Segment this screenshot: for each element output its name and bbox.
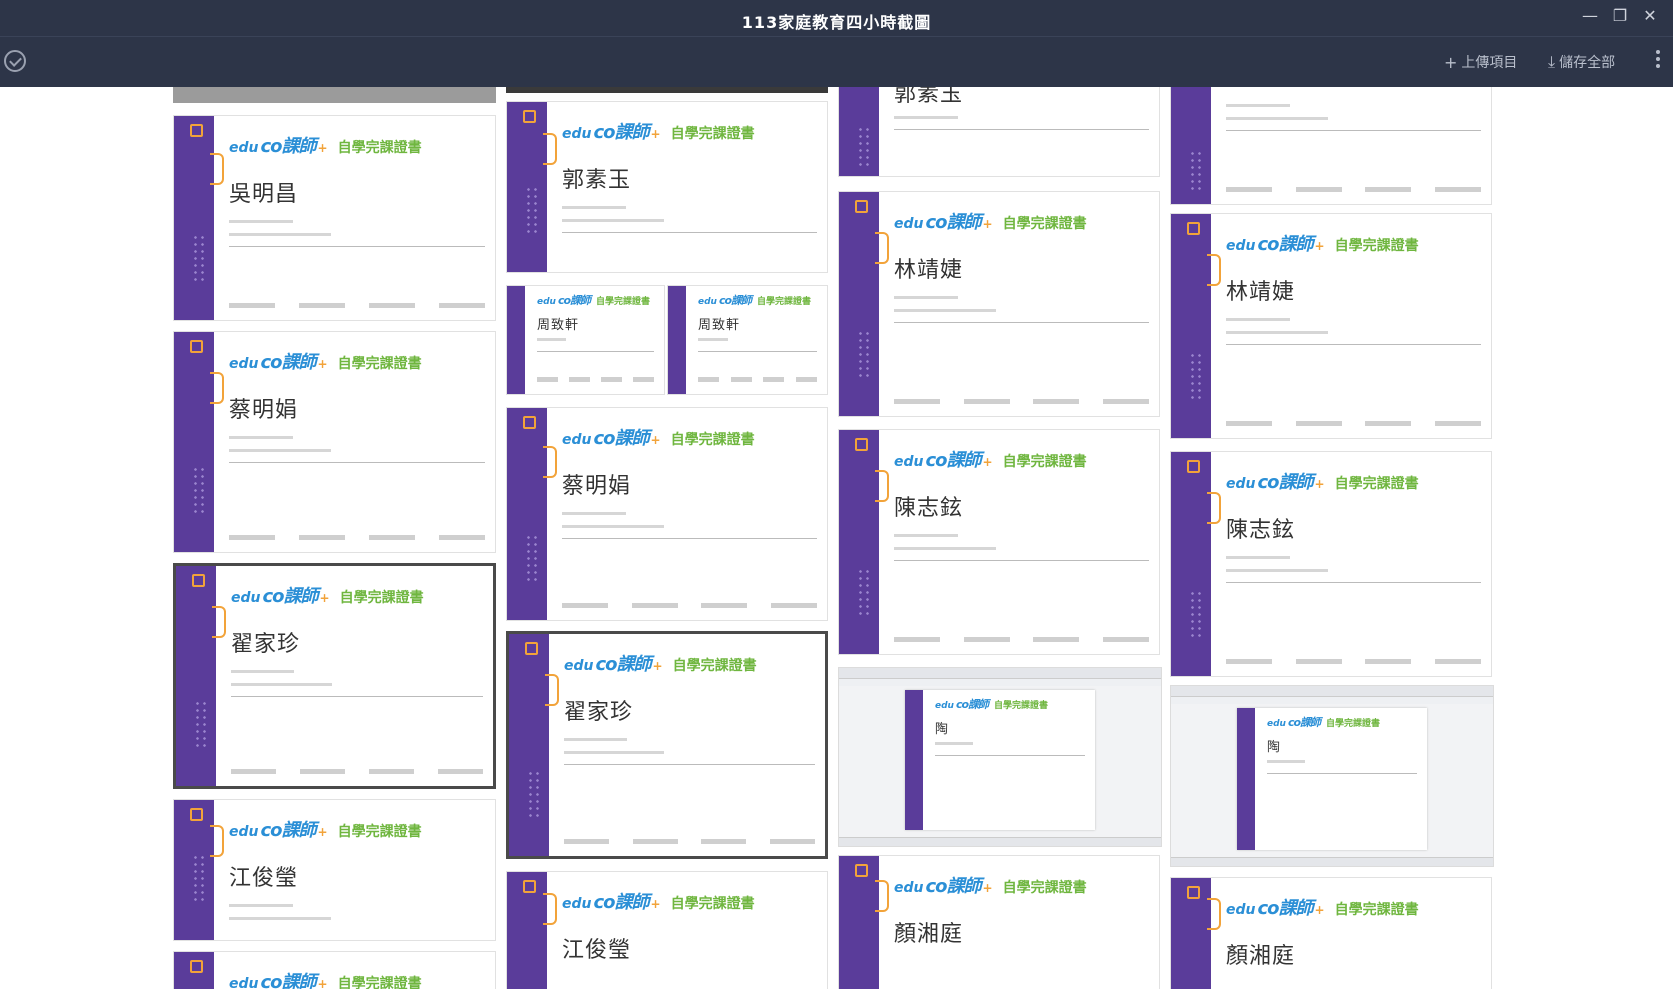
certificate-name: 江俊瑩 bbox=[229, 866, 299, 891]
image-gallery: edu co課師 + 自學完課證書 吳明昌 edu co課師 + 自學完課證書 蔡明娟 ed… bbox=[0, 87, 1673, 989]
certificate-image[interactable]: edu co課師 + 自學完課證書 顏湘庭 bbox=[838, 855, 1160, 989]
certificate-name: 陳志鉉 bbox=[1226, 518, 1296, 543]
title-bar: 113家庭教育四小時截圖 — ❐ ✕ bbox=[0, 0, 1673, 36]
save-all-button[interactable]: ⤓ 儲存全部 bbox=[1548, 52, 1615, 72]
edu-logo: edu co課師 + 自學完課證書 bbox=[1226, 472, 1419, 493]
plus-icon: + bbox=[1444, 52, 1458, 72]
certificate-image[interactable]: edu co課師 自學完課證書 周致軒 bbox=[667, 285, 828, 395]
upload-button[interactable]: + 上傳項目 bbox=[1444, 52, 1517, 72]
certificate-name: 周致軒 bbox=[698, 318, 741, 333]
certificate-image[interactable]: edu co課師 + 自學完課證書 陳志鉉 bbox=[1170, 451, 1492, 677]
certificate-image[interactable]: edu co課師 + 自學完課證書 吳明昌 bbox=[173, 115, 496, 321]
certificate-image[interactable]: edu co課師 + 自學完課證書 江俊瑩 bbox=[173, 799, 496, 941]
edu-logo: edu co課師 + 自學完課證書 bbox=[894, 876, 1087, 897]
certificate-image-selected[interactable]: edu co課師 + 自學完課證書 翟家珍 bbox=[506, 631, 828, 859]
edu-logo: edu co課師 自學完課證書 bbox=[698, 294, 812, 307]
certificate-name: 翟家珍 bbox=[231, 632, 301, 657]
edu-logo: edu co課師 自學完課證書 bbox=[537, 294, 651, 307]
certificate-image[interactable]: edu co課師 + 自學完課證書 蔡明娟 bbox=[506, 407, 828, 621]
edu-logo: edu co課師 + 自學完課證書 bbox=[229, 352, 422, 373]
edu-logo: edu co課師 + 自學完課證書 bbox=[562, 892, 755, 913]
certificate-image[interactable]: edu co課師 + 自學完課證書 林靖婕 bbox=[838, 191, 1160, 417]
browser-screenshot-image[interactable]: edu co課師 自學完課證書 陶 bbox=[838, 667, 1162, 847]
upload-label: 上傳項目 bbox=[1461, 55, 1518, 71]
toolbar: + 上傳項目 ⤓ 儲存全部 bbox=[0, 36, 1673, 87]
browser-screenshot-image[interactable]: edu co課師 自學完課證書 陶 bbox=[1170, 685, 1494, 867]
certificate-name: 蔡明娟 bbox=[229, 398, 299, 423]
certificate-image[interactable]: edu co課師 + 自學完課證書 陳志鉉 bbox=[838, 429, 1160, 655]
certificate-name: 周致軒 bbox=[537, 318, 580, 333]
edu-logo: edu co課師 + 自學完課證書 bbox=[1226, 898, 1419, 919]
certificate-name: 陳志鉉 bbox=[894, 496, 964, 521]
certificate-image-selected[interactable]: edu co課師 + 自學完課證書 翟家珍 bbox=[173, 563, 496, 789]
edu-logo: edu co課師 + 自學完課證書 bbox=[229, 820, 422, 841]
certificate-name: 吳明昌 bbox=[229, 182, 299, 207]
edu-logo: edu co課師 + 自學完課證書 bbox=[562, 428, 755, 449]
window-title: 113家庭教育四小時截圖 bbox=[741, 13, 932, 32]
certificate-image[interactable]: edu co課師 + 自學完課證書 江俊瑩 bbox=[506, 871, 828, 989]
select-all-check-icon[interactable] bbox=[4, 50, 26, 72]
maximize-icon[interactable]: ❐ bbox=[1611, 7, 1629, 25]
window-controls: — ❐ ✕ bbox=[1581, 7, 1659, 25]
certificate-name: 郭素玉 bbox=[894, 87, 964, 107]
certificate-name: 陶 bbox=[1267, 740, 1282, 755]
edu-logo: edu co課師 + 自學完課證書 bbox=[231, 586, 424, 607]
download-icon: ⤓ bbox=[1548, 52, 1556, 71]
certificate-name: 顏湘庭 bbox=[1226, 944, 1296, 969]
certificate-name: 江俊瑩 bbox=[562, 938, 632, 963]
edu-logo: edu co課師 + 自學完課證書 bbox=[229, 972, 422, 989]
edu-logo: edu co課師 + 自學完課證書 bbox=[1226, 234, 1419, 255]
cropped-image-top[interactable] bbox=[173, 87, 496, 103]
edu-logo: edu co課師 + 自學完課證書 bbox=[564, 654, 757, 675]
cropped-image-top[interactable] bbox=[506, 87, 828, 93]
certificate-name: 陶 bbox=[935, 722, 950, 737]
certificate-name: 顏湘庭 bbox=[894, 922, 964, 947]
certificate-name: 林靖婕 bbox=[1226, 280, 1296, 305]
certificate-image[interactable]: edu co課師 + 自學完課證書 蔡明娟 bbox=[173, 331, 496, 553]
certificate-image[interactable] bbox=[1170, 87, 1492, 205]
certificate-name: 翟家珍 bbox=[564, 700, 634, 725]
certificate-image[interactable]: 郭素玉 bbox=[838, 87, 1160, 177]
edu-logo: edu co課師 自學完課證書 bbox=[935, 698, 1049, 711]
certificate-image[interactable]: edu co課師 + 自學完課證書 bbox=[173, 951, 496, 989]
edu-logo: edu co課師 + 自學完課證書 bbox=[894, 212, 1087, 233]
edu-logo: edu co課師 自學完課證書 bbox=[1267, 716, 1381, 729]
certificate-name: 郭素玉 bbox=[562, 168, 632, 193]
certificate-image[interactable]: edu co課師 + 自學完課證書 林靖婕 bbox=[1170, 213, 1492, 439]
save-all-label: 儲存全部 bbox=[1559, 55, 1616, 71]
minimize-icon[interactable]: — bbox=[1581, 7, 1599, 25]
certificate-name: 蔡明娟 bbox=[562, 474, 632, 499]
certificate-image[interactable]: edu co課師 + 自學完課證書 顏湘庭 bbox=[1170, 877, 1492, 989]
edu-logo: edu co課師 + 自學完課證書 bbox=[894, 450, 1087, 471]
certificate-image[interactable]: edu co課師 自學完課證書 周致軒 bbox=[506, 285, 665, 395]
edu-logo: edu co課師 + 自學完課證書 bbox=[562, 122, 755, 143]
certificate-name: 林靖婕 bbox=[894, 258, 964, 283]
certificate-image[interactable]: edu co課師 + 自學完課證書 郭素玉 bbox=[506, 101, 828, 273]
close-icon[interactable]: ✕ bbox=[1641, 7, 1659, 25]
edu-logo: edu co課師 + 自學完課證書 bbox=[229, 136, 422, 157]
more-options-icon[interactable] bbox=[1655, 50, 1661, 72]
